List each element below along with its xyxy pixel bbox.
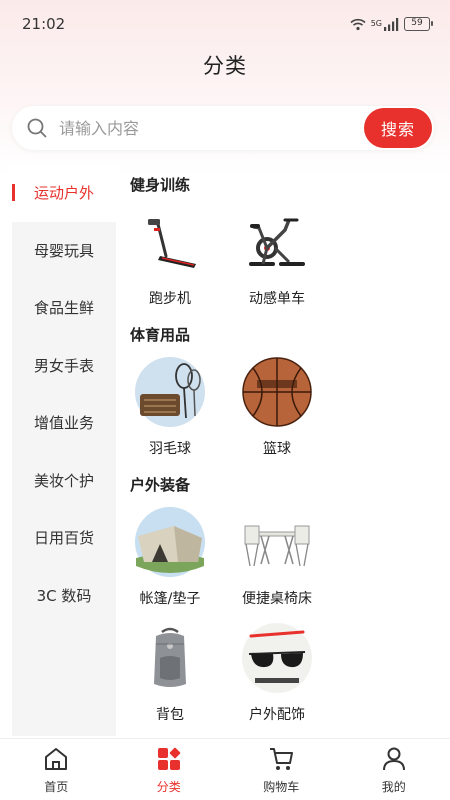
sidebar-item-value-added[interactable]: 增值业务 bbox=[12, 394, 116, 452]
search-icon bbox=[27, 118, 47, 138]
sidebar-item-label: 日用百货 bbox=[33, 529, 94, 548]
sidebar-item-fresh-food[interactable]: 食品生鲜 bbox=[12, 279, 116, 337]
sidebar-item-digital[interactable]: 3C 数码 bbox=[12, 567, 116, 625]
tab-category[interactable]: 分类 bbox=[113, 739, 226, 800]
category-item-label: 帐篷/垫子 bbox=[139, 591, 201, 607]
tab-label: 首页 bbox=[44, 780, 69, 794]
tent-image bbox=[134, 506, 206, 578]
cart-icon bbox=[270, 748, 294, 770]
section-grid-fitness: 跑步机 动感单车 bbox=[130, 202, 440, 318]
sidebar-item-label: 3C 数码 bbox=[36, 586, 92, 605]
sidebar-item-beauty[interactable]: 美妆个护 bbox=[12, 452, 116, 510]
category-item-treadmill[interactable]: 跑步机 bbox=[130, 202, 237, 318]
network-type: 5G bbox=[370, 19, 382, 28]
category-item-label: 户外配饰 bbox=[249, 707, 305, 723]
tab-label: 购物车 bbox=[263, 780, 300, 794]
sidebar-item-label: 运动户外 bbox=[33, 184, 94, 203]
category-item-label: 篮球 bbox=[263, 441, 291, 457]
category-item-folding-furniture[interactable]: 便捷桌椅床 bbox=[237, 502, 344, 618]
backpack-image bbox=[134, 622, 206, 694]
category-item-outdoor-accessories[interactable]: 户外配饰 bbox=[237, 618, 344, 734]
page-title: 分类 bbox=[203, 54, 247, 78]
status-bar: 21:02 5G 59 bbox=[0, 0, 450, 48]
sunglasses-image bbox=[241, 622, 313, 694]
category-item-tent[interactable]: 帐篷/垫子 bbox=[130, 502, 237, 618]
tab-label: 分类 bbox=[156, 780, 181, 794]
section-title-sports-goods: 体育用品 bbox=[130, 326, 191, 344]
badminton-image bbox=[134, 356, 206, 428]
status-time: 21:02 bbox=[22, 15, 66, 33]
category-item-basketball[interactable]: 篮球 bbox=[237, 352, 344, 468]
sidebar-item-label: 母婴玩具 bbox=[33, 241, 94, 260]
category-item-label: 跑步机 bbox=[149, 291, 191, 307]
category-icon bbox=[157, 747, 180, 770]
category-item-label: 羽毛球 bbox=[149, 441, 191, 457]
category-item-backpack[interactable]: 背包 bbox=[130, 618, 237, 734]
category-item-badminton[interactable]: 羽毛球 bbox=[130, 352, 237, 468]
sidebar-item-label: 男女手表 bbox=[33, 356, 94, 375]
basketball-image bbox=[241, 356, 313, 428]
section-grid-sports-goods: 羽毛球 篮球 bbox=[130, 352, 440, 468]
treadmill-image bbox=[134, 206, 206, 278]
battery-icon: 59 bbox=[404, 17, 433, 31]
folding-table-image bbox=[241, 506, 313, 578]
tab-home[interactable]: 首页 bbox=[0, 739, 113, 800]
search-button[interactable]: 搜索 bbox=[364, 108, 432, 148]
category-item-spin-bike[interactable]: 动感单车 bbox=[237, 202, 344, 318]
sidebar-item-label: 食品生鲜 bbox=[33, 299, 94, 318]
category-item-label: 动感单车 bbox=[249, 291, 305, 307]
section-title-outdoor-gear: 户外装备 bbox=[130, 476, 191, 494]
search-input[interactable] bbox=[59, 118, 349, 138]
home-icon bbox=[45, 748, 68, 770]
signal-icon bbox=[384, 17, 399, 31]
sidebar-item-baby-toys[interactable]: 母婴玩具 bbox=[12, 222, 116, 280]
search-bar: 搜索 bbox=[12, 106, 434, 150]
status-icons: 5G 59 bbox=[350, 17, 433, 31]
tab-label: 我的 bbox=[381, 780, 406, 794]
spin-bike-image bbox=[241, 206, 313, 278]
tab-cart[interactable]: 购物车 bbox=[225, 739, 338, 800]
sidebar-item-daily-goods[interactable]: 日用百货 bbox=[12, 509, 116, 567]
sidebar-item-label: 美妆个护 bbox=[33, 471, 94, 490]
wifi-icon bbox=[350, 18, 366, 30]
profile-icon bbox=[382, 747, 405, 771]
category-item-label: 便捷桌椅床 bbox=[242, 591, 312, 607]
category-item-label: 背包 bbox=[156, 707, 184, 723]
sidebar-item-sports-outdoor[interactable]: 运动户外 bbox=[12, 164, 116, 222]
category-sidebar: 运动户外 母婴玩具 食品生鲜 男女手表 增值业务 美妆个护 日用百货 3C 数码 bbox=[12, 164, 116, 736]
bottom-tab-bar: 首页 分类 购物车 我的 bbox=[0, 738, 450, 800]
section-title-fitness: 健身训练 bbox=[130, 176, 191, 194]
category-content: 健身训练 跑步机 动感单车 体育用品 羽毛球 篮球 户外装备 帐篷/垫子 便捷桌… bbox=[130, 168, 440, 736]
tab-profile[interactable]: 我的 bbox=[338, 739, 450, 800]
section-grid-outdoor-gear: 帐篷/垫子 便捷桌椅床 背包 户外配饰 bbox=[130, 502, 440, 734]
sidebar-item-watches[interactable]: 男女手表 bbox=[12, 337, 116, 395]
sidebar-item-label: 增值业务 bbox=[33, 414, 94, 433]
